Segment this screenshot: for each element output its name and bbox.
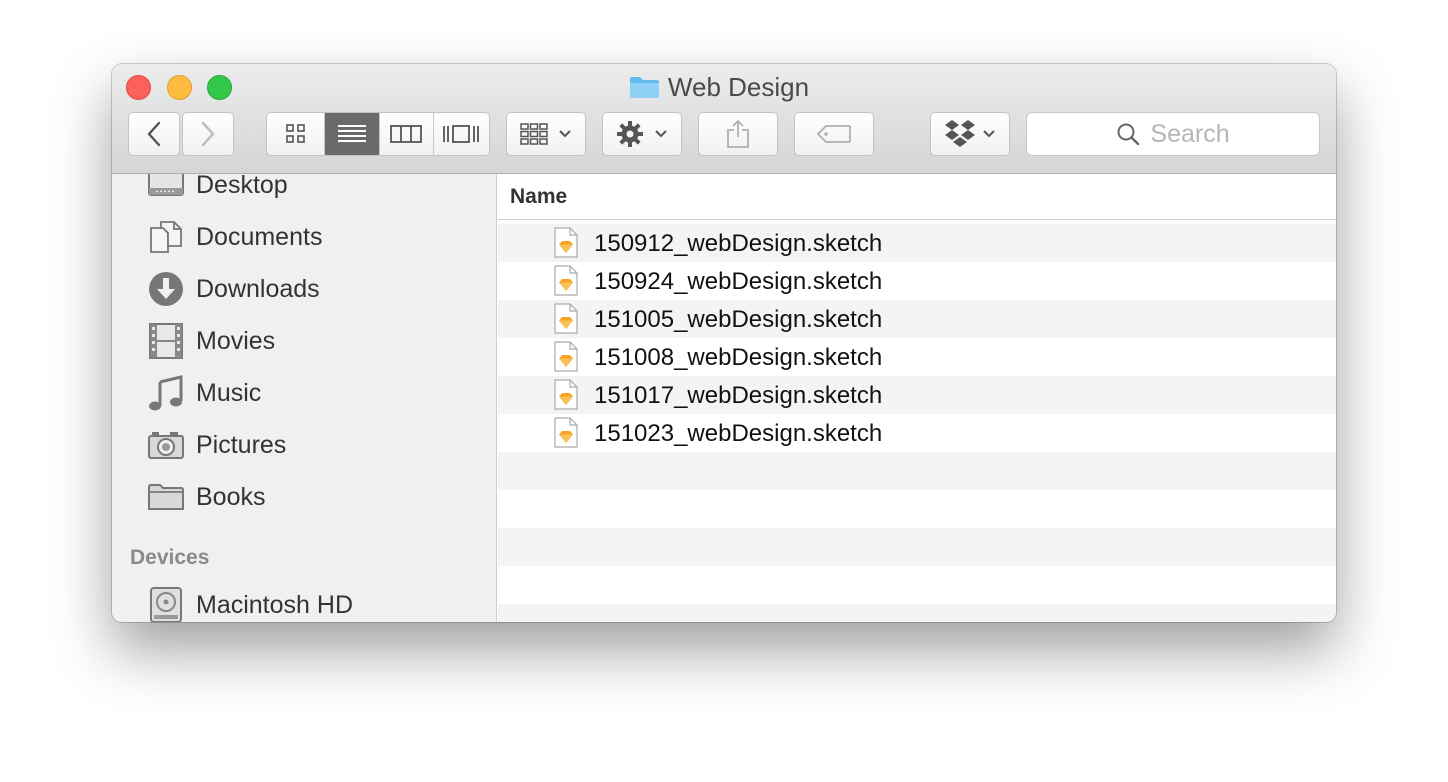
sketch-file-icon [554, 265, 578, 296]
back-button[interactable] [128, 112, 180, 156]
sidebar-item-label: Music [196, 378, 262, 407]
file-row[interactable]: 151005_webDesign.sketch [498, 300, 1336, 338]
view-mode-control [266, 112, 490, 156]
cover-flow-icon [443, 125, 480, 143]
chevron-down-icon [559, 130, 571, 138]
tag-icon [816, 125, 851, 143]
file-list: Name 150912_webDesign.sketch 150924_webD… [498, 174, 1336, 622]
sidebar-item-desktop[interactable]: Desktop [112, 174, 496, 209]
gear-icon [617, 121, 643, 147]
sidebar-item-label: Documents [196, 222, 323, 251]
file-name: 151023_webDesign.sketch [594, 420, 883, 447]
empty-row [498, 528, 1336, 566]
sketch-file-icon [554, 417, 578, 448]
forward-button[interactable] [182, 112, 234, 156]
music-note-icon [148, 375, 184, 411]
dropbox-button[interactable] [930, 112, 1010, 156]
column-header-label: Name [510, 185, 568, 208]
documents-icon [148, 219, 184, 255]
window-title: Web Design [112, 72, 1336, 102]
sidebar-item-downloads[interactable]: Downloads [112, 265, 496, 313]
chevron-down-icon [655, 130, 667, 138]
empty-row [498, 490, 1336, 528]
chevron-left-icon [147, 121, 161, 147]
share-icon [727, 119, 749, 148]
arrange-button[interactable] [506, 112, 586, 156]
desktop-icon [148, 174, 184, 203]
action-button[interactable] [602, 112, 682, 156]
file-row[interactable]: 150924_webDesign.sketch [498, 262, 1336, 300]
file-name: 150924_webDesign.sketch [594, 268, 883, 295]
sidebar-item-books[interactable]: Books [112, 473, 496, 521]
file-name: 151017_webDesign.sketch [594, 382, 883, 409]
chevron-down-icon [983, 130, 995, 138]
list-view-icon [338, 125, 367, 142]
window-title-text: Web Design [667, 71, 810, 102]
sidebar-section-devices: Devices [130, 546, 210, 569]
folder-icon [629, 77, 659, 98]
empty-row [498, 566, 1336, 604]
file-row[interactable]: 151017_webDesign.sketch [498, 376, 1336, 414]
column-view-button[interactable] [380, 113, 434, 155]
file-row[interactable]: 151008_webDesign.sketch [498, 338, 1336, 376]
sketch-file-icon [554, 379, 578, 410]
folder-icon [148, 479, 184, 515]
sidebar-item-pictures[interactable]: Pictures [112, 421, 496, 469]
sidebar-item-label: Downloads [196, 274, 320, 303]
empty-row [498, 452, 1336, 490]
tag-button[interactable] [794, 112, 874, 156]
file-name: 151008_webDesign.sketch [594, 344, 883, 371]
cover-flow-button[interactable] [434, 113, 490, 155]
empty-row [498, 604, 1336, 622]
sidebar-item-label: Desktop [196, 174, 288, 199]
icon-view-button[interactable] [267, 113, 326, 155]
title-bar: Web Design Search [112, 64, 1336, 174]
sidebar-item-macintosh-hd[interactable]: Macintosh HD [112, 581, 496, 622]
sidebar-item-label: Pictures [196, 430, 287, 459]
sidebar-item-movies[interactable]: Movies [112, 317, 496, 365]
sidebar-item-label: Movies [196, 326, 276, 355]
sidebar-item-music[interactable]: Music [112, 369, 496, 417]
sketch-file-icon [554, 227, 578, 258]
share-button[interactable] [698, 112, 778, 156]
file-row[interactable]: 151023_webDesign.sketch [498, 414, 1336, 452]
camera-icon [148, 427, 184, 463]
chevron-right-icon [201, 121, 215, 147]
finder-window: Web Design Search Desktop Documents Down… [112, 64, 1336, 622]
sidebar: Desktop Documents Downloads Movies Music… [112, 174, 497, 622]
file-name: 150912_webDesign.sketch [594, 230, 883, 257]
download-icon [148, 271, 184, 307]
list-view-button[interactable] [325, 113, 380, 155]
film-icon [148, 323, 184, 359]
icon-view-icon [285, 124, 305, 143]
search-placeholder: Search [1150, 119, 1230, 148]
sidebar-item-documents[interactable]: Documents [112, 213, 496, 261]
file-row[interactable]: 150912_webDesign.sketch [498, 224, 1336, 262]
file-name: 151005_webDesign.sketch [594, 306, 883, 333]
dropbox-icon [945, 120, 975, 147]
search-icon [1117, 123, 1140, 146]
sidebar-item-label: Books [196, 482, 266, 511]
column-header-name[interactable]: Name [498, 174, 1336, 220]
hard-drive-icon [148, 587, 184, 622]
sketch-file-icon [554, 303, 578, 334]
column-view-icon [390, 125, 423, 143]
search-field[interactable]: Search [1026, 112, 1320, 156]
sidebar-item-label: Macintosh HD [196, 590, 353, 619]
arrange-grid-icon [520, 123, 548, 145]
sketch-file-icon [554, 341, 578, 372]
